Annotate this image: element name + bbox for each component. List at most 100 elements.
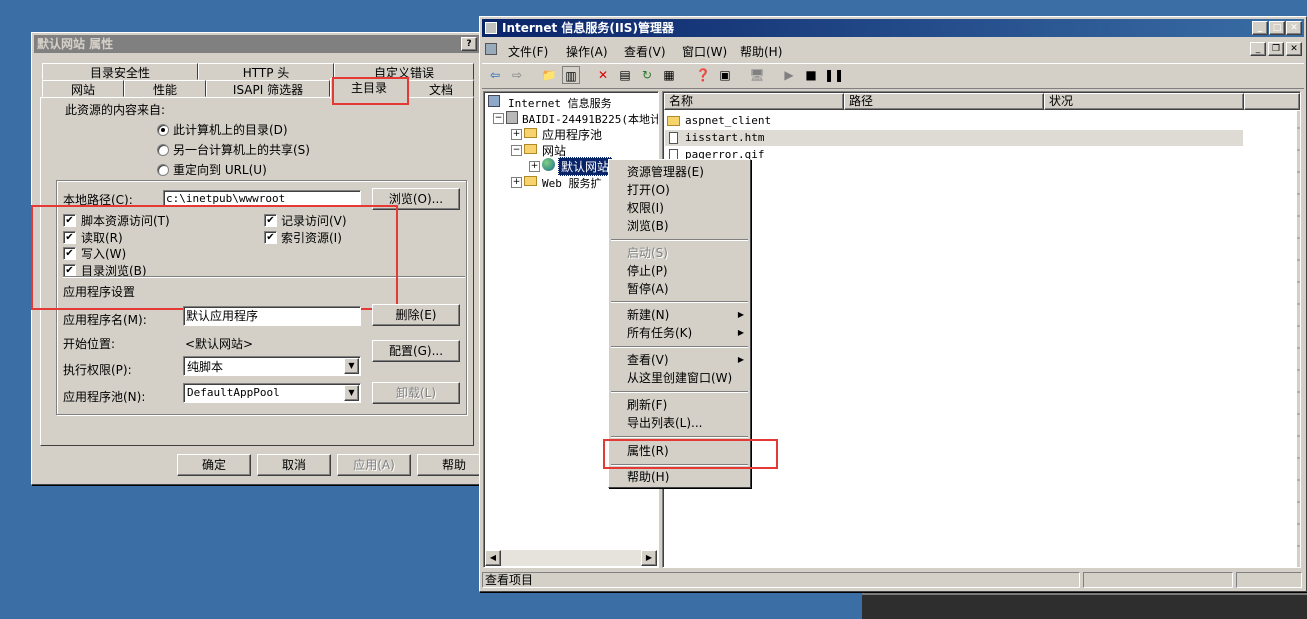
tab-label: HTTP 头	[242, 66, 290, 80]
scroll-left-icon[interactable]: ◀	[485, 550, 501, 566]
chevron-down-icon[interactable]: ▼	[344, 358, 359, 374]
exec-perm-select[interactable]: 纯脚本 ▼	[183, 356, 361, 376]
submenu-arrow-icon: ▶	[737, 310, 744, 319]
menu-item-help[interactable]: 帮助(H)	[609, 468, 750, 486]
menu-file[interactable]: 文件(F)	[508, 43, 548, 60]
highlight-properties-menu-item	[603, 439, 778, 469]
iis-title: Internet 信息服务(IIS)管理器	[502, 21, 674, 35]
file-icon	[669, 132, 678, 144]
menu-view[interactable]: 查看(V)	[624, 43, 666, 60]
back-arrow-icon[interactable]: ⇦	[486, 66, 504, 84]
list-item[interactable]: aspnet_client	[665, 113, 865, 129]
pause-icon[interactable]: ❚❚	[824, 66, 844, 84]
iis-titlebar[interactable]: Internet 信息服务(IIS)管理器 _ □ ✕	[482, 19, 1304, 37]
refresh-icon[interactable]: ↻	[638, 66, 656, 84]
menu-separator	[611, 346, 748, 348]
menu-item-new-window[interactable]: 从这里创建窗口(W)	[609, 369, 750, 387]
properties-titlebar[interactable]: 默认网站 属性 ?	[34, 35, 479, 53]
list-item-name: iisstart.htm	[685, 131, 765, 144]
maximize-icon[interactable]: □	[1269, 21, 1285, 35]
delete-icon[interactable]: ✕	[594, 66, 612, 84]
tab-website[interactable]: 网站	[42, 80, 124, 97]
forward-arrow-icon[interactable]: ⇨	[508, 66, 526, 84]
show-tree-icon[interactable]: ▥	[562, 66, 580, 84]
action-pane-icon[interactable]: ▣	[716, 66, 734, 84]
up-folder-icon[interactable]: 📁	[540, 66, 558, 84]
server-icon	[506, 111, 518, 124]
menu-item-view[interactable]: 查看(V) ▶	[609, 351, 750, 369]
menu-item-new[interactable]: 新建(N) ▶	[609, 306, 750, 324]
radio-network-share[interactable]	[157, 144, 169, 156]
menu-action[interactable]: 操作(A)	[566, 43, 608, 60]
menu-item-permissions[interactable]: 权限(I)	[609, 199, 750, 217]
menu-item-explorer[interactable]: 资源管理器(E)	[609, 163, 750, 181]
status-panel-2	[1083, 572, 1233, 588]
scroll-right-icon[interactable]: ▶	[641, 550, 657, 566]
list-vertical-scrollbar-edge	[1297, 111, 1300, 567]
menu-item-start[interactable]: 启动(S)	[609, 244, 750, 262]
radio-redirect-url-label: 重定向到 URL(U)	[173, 163, 267, 177]
tab-http-headers[interactable]: HTTP 头	[198, 63, 334, 80]
tree-expander-minus-icon[interactable]: −	[511, 145, 522, 156]
tree-expander-plus-icon[interactable]: +	[529, 161, 540, 172]
menu-help[interactable]: 帮助(H)	[740, 43, 782, 60]
menu-window[interactable]: 窗口(W)	[682, 43, 727, 60]
menu-item-browse[interactable]: 浏览(B)	[609, 217, 750, 235]
status-panel-3	[1236, 572, 1302, 588]
properties-dialog: 默认网站 属性 ? 目录安全性 HTTP 头 自定义错误 网站 性能 ISAPI…	[31, 32, 491, 485]
tree-expander-minus-icon[interactable]: −	[493, 113, 504, 124]
menu-item-open[interactable]: 打开(O)	[609, 181, 750, 199]
export-list-icon[interactable]: ▦	[660, 66, 678, 84]
tree-root[interactable]: Internet 信息服务	[508, 95, 612, 111]
column-header-status[interactable]: 状况	[1044, 93, 1244, 110]
remove-button[interactable]: 删除(E)	[372, 304, 460, 326]
chevron-down-icon[interactable]: ▼	[344, 385, 359, 401]
menu-item-export-list[interactable]: 导出列表(L)...	[609, 414, 750, 432]
app-name-input[interactable]: 默认应用程序	[183, 306, 361, 326]
mdi-minimize-icon[interactable]: _	[1250, 42, 1266, 56]
mdi-close-icon[interactable]: ✕	[1286, 42, 1302, 56]
toolbar: ⇦ ⇨ 📁 ▥ ✕ ▤ ↻ ▦ ❓ ▣ 🖥 ▶ ■ ❚❚	[482, 63, 1304, 89]
stop-icon[interactable]: ■	[802, 66, 820, 84]
menu-item-view-label: 查看(V)	[627, 353, 669, 367]
radio-network-share-label: 另一台计算机上的共享(S)	[173, 143, 310, 157]
cancel-button[interactable]: 取消	[257, 454, 331, 476]
column-header-path[interactable]: 路径	[844, 93, 1044, 110]
tab-performance[interactable]: 性能	[124, 80, 206, 97]
app-pool-select[interactable]: DefaultAppPool ▼	[183, 383, 361, 403]
tree-web-extensions[interactable]: Web 服务扩	[542, 175, 602, 191]
tree-root-icon	[488, 95, 500, 107]
tree-app-pools[interactable]: 应用程序池	[542, 126, 602, 143]
computer-icon[interactable]: 🖥	[748, 66, 766, 84]
close-icon[interactable]: ✕	[1286, 21, 1302, 35]
properties-icon[interactable]: ▤	[616, 66, 634, 84]
tab-directory-security[interactable]: 目录安全性	[42, 63, 198, 80]
menu-item-refresh[interactable]: 刷新(F)	[609, 396, 750, 414]
list-item[interactable]: iisstart.htm	[665, 130, 1243, 146]
tree-server[interactable]: BAIDI-24491B225(本地计	[522, 111, 658, 127]
menu-separator	[611, 301, 748, 303]
mdi-restore-icon[interactable]: ❐	[1268, 42, 1284, 56]
apply-button[interactable]: 应用(A)	[337, 454, 411, 476]
help-question-button[interactable]: ?	[461, 37, 477, 51]
menu-item-pause[interactable]: 暂停(A)	[609, 280, 750, 298]
configure-button[interactable]: 配置(G)...	[372, 340, 460, 362]
unload-button[interactable]: 卸载(L)	[372, 382, 460, 404]
tree-horizontal-scrollbar[interactable]: ◀ ▶	[485, 550, 657, 566]
radio-local-directory[interactable]	[157, 124, 169, 136]
tab-documents[interactable]: 文档	[408, 80, 474, 97]
menu-item-all-tasks[interactable]: 所有任务(K) ▶	[609, 324, 750, 342]
minimize-icon[interactable]: _	[1252, 21, 1268, 35]
menu-item-stop[interactable]: 停止(P)	[609, 262, 750, 280]
play-icon[interactable]: ▶	[780, 66, 798, 84]
tree-default-site[interactable]: 默认网站	[558, 157, 613, 176]
tree-expander-plus-icon[interactable]: +	[511, 129, 522, 140]
radio-redirect-url[interactable]	[157, 164, 169, 176]
column-header-name[interactable]: 名称	[664, 93, 844, 110]
help-icon[interactable]: ❓	[694, 66, 712, 84]
tab-isapi-filters[interactable]: ISAPI 筛选器	[206, 80, 330, 97]
tab-label: 文档	[428, 83, 453, 97]
ok-button[interactable]: 确定	[177, 454, 251, 476]
menu-separator	[611, 239, 748, 241]
tree-expander-plus-icon[interactable]: +	[511, 177, 522, 188]
